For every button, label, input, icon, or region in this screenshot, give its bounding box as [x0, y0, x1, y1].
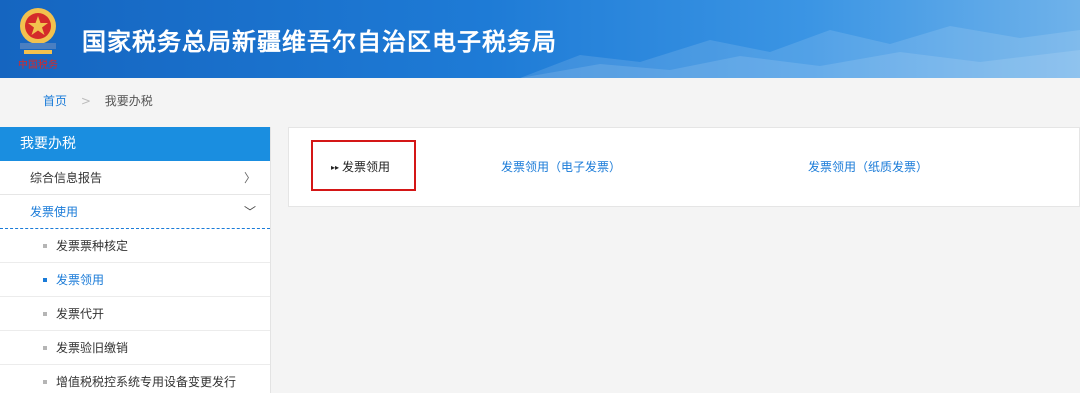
- breadcrumb: 首页 > 我要办税: [43, 92, 153, 109]
- sidebar-item-invoice-usage[interactable]: 发票使用 ﹀: [0, 195, 270, 229]
- link-invoice-collection-paper[interactable]: 发票领用（纸质发票）: [808, 158, 928, 175]
- sidebar-subitem-label: 发票票种核定: [56, 239, 129, 253]
- bullet-icon: [43, 312, 47, 316]
- logo-text: 中国税务: [18, 58, 58, 71]
- highlight-box: [311, 140, 416, 191]
- sidebar-subitem-label: 发票验旧缴销: [56, 341, 129, 355]
- sidebar-subitem-invoice-issue-on-behalf[interactable]: 发票代开: [0, 297, 270, 331]
- header-banner: 中国税务 国家税务总局新疆维吾尔自治区电子税务局: [0, 0, 1080, 78]
- breadcrumb-current: 我要办税: [104, 94, 153, 108]
- sidebar-subitem-label: 增值税税控系统专用设备变更发行: [56, 375, 237, 389]
- site-title: 国家税务总局新疆维吾尔自治区电子税务局: [82, 28, 557, 56]
- sidebar-item-label: 综合信息报告: [30, 171, 103, 185]
- sidebar-subitem-invoice-collection[interactable]: 发票领用: [0, 263, 270, 297]
- sidebar-title: 我要办税: [0, 127, 270, 161]
- sidebar-item-label: 发票使用: [30, 205, 79, 219]
- breadcrumb-bar: 首页 > 我要办税: [0, 78, 1080, 122]
- breadcrumb-home-link[interactable]: 首页: [43, 94, 67, 108]
- chevron-right-icon: 〉: [243, 171, 256, 185]
- breadcrumb-separator: >: [80, 94, 91, 108]
- sidebar-subitem-invoice-type-approval[interactable]: 发票票种核定: [0, 229, 270, 263]
- sidebar: 我要办税 综合信息报告 〉 发票使用 ﹀ 发票票种核定 发票领用 发票代开 发票…: [0, 127, 271, 393]
- link-invoice-collection-electronic[interactable]: 发票领用（电子发票）: [501, 158, 621, 175]
- tax-emblem-logo: 中国税务: [18, 8, 58, 71]
- bullet-icon: [43, 244, 47, 248]
- sidebar-subitem-label: 发票代开: [56, 307, 105, 321]
- sidebar-subitem-tax-control-device-change[interactable]: 增值税税控系统专用设备变更发行: [0, 365, 270, 393]
- sidebar-subitem-invoice-verification-cancel[interactable]: 发票验旧缴销: [0, 331, 270, 365]
- bullet-icon: [43, 346, 47, 350]
- sidebar-subitem-label: 发票领用: [56, 273, 105, 287]
- sidebar-item-comprehensive-report[interactable]: 综合信息报告 〉: [0, 161, 270, 195]
- bullet-icon: [43, 380, 47, 384]
- chevron-down-icon: ﹀: [243, 205, 256, 219]
- bullet-icon: [43, 278, 47, 282]
- mountain-background: [520, 26, 1080, 78]
